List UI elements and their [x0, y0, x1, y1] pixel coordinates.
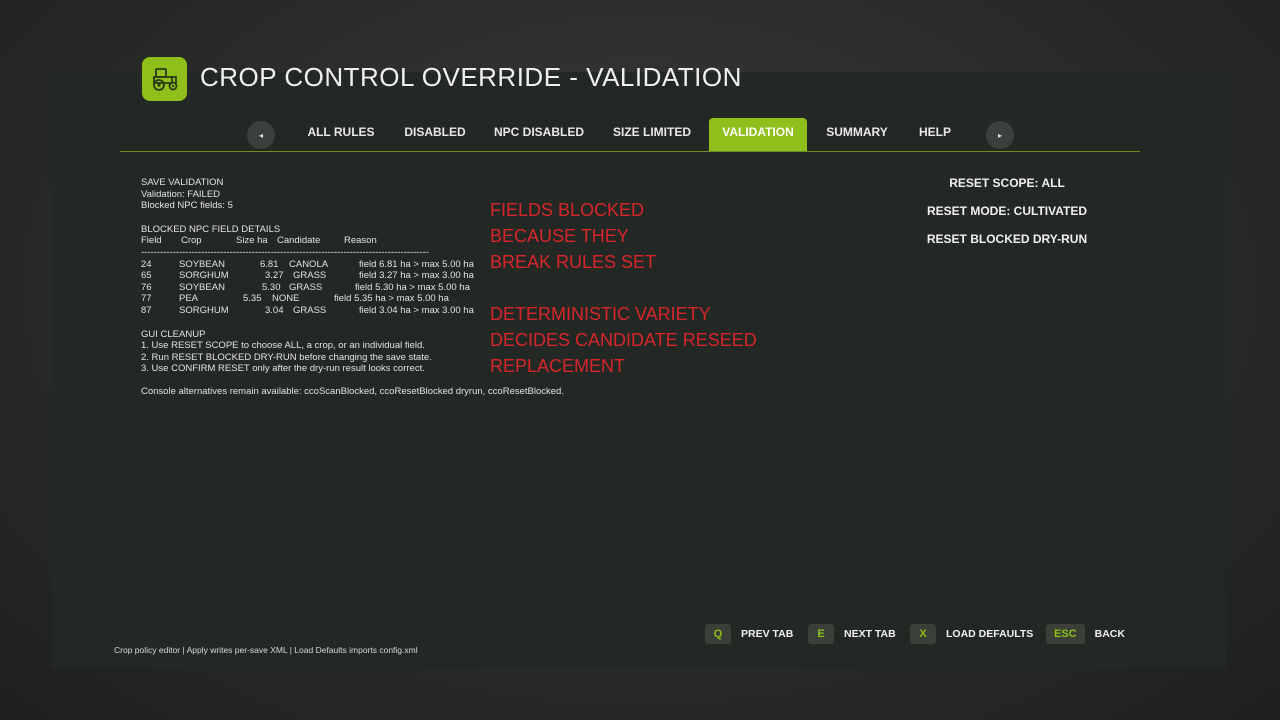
col-reason: Reason	[344, 235, 377, 247]
reset-scope-option[interactable]: RESET SCOPE: ALL	[897, 176, 1117, 190]
tab-size-limited[interactable]: SIZE LIMITED	[604, 118, 700, 152]
col-candidate: Candidate	[277, 235, 321, 247]
tab-summary[interactable]: SUMMARY	[818, 118, 896, 152]
key-e: E	[808, 624, 834, 644]
tab-validation[interactable]: VALIDATION	[709, 118, 807, 152]
footer-note: Crop policy editor | Apply writes per-sa…	[114, 645, 418, 655]
tab-npc-disabled[interactable]: NPC DISABLED	[487, 118, 591, 152]
key-q: Q	[705, 624, 731, 644]
next-tab-hint[interactable]: E NEXT TAB	[808, 624, 896, 644]
page-title: CROP CONTROL OVERRIDE - VALIDATION	[200, 62, 742, 92]
annotation-variety: DETERMINISTIC VARIETY DECIDES CANDIDATE …	[490, 304, 757, 376]
reset-dryrun-button[interactable]: RESET BLOCKED DRY-RUN	[897, 232, 1117, 246]
col-size: Size ha	[236, 235, 268, 247]
tractor-logo	[142, 57, 187, 101]
back-hint[interactable]: ESC BACK	[1046, 624, 1125, 644]
prev-tab-hint[interactable]: Q PREV TAB	[705, 624, 793, 644]
annotation-blocked: FIELDS BLOCKED BECAUSE THEY BREAK RULES …	[490, 200, 657, 272]
section-title: SAVE VALIDATION	[141, 177, 224, 188]
key-x: X	[910, 624, 936, 644]
tab-all-rules[interactable]: ALL RULES	[298, 118, 384, 152]
col-crop: Crop	[181, 235, 202, 247]
table-separator: ----------------------------------------…	[141, 246, 429, 258]
tab-bar: ALL RULES DISABLED NPC DISABLED SIZE LIM…	[0, 118, 1280, 152]
console-note: Console alternatives remain available: c…	[141, 385, 564, 397]
tractor-icon	[152, 68, 177, 91]
reset-mode-option[interactable]: RESET MODE: CULTIVATED	[897, 204, 1117, 218]
tab-disabled[interactable]: DISABLED	[396, 118, 474, 152]
table-row: 76 SOYBEAN 5.30 GRASS field 5.30 ha > ma…	[141, 281, 470, 293]
tab-help[interactable]: HELP	[910, 118, 960, 152]
col-field: Field	[141, 235, 162, 247]
load-defaults-hint[interactable]: X LOAD DEFAULTS	[910, 624, 1033, 644]
tab-underline	[120, 151, 1140, 152]
key-esc: ESC	[1046, 624, 1085, 644]
